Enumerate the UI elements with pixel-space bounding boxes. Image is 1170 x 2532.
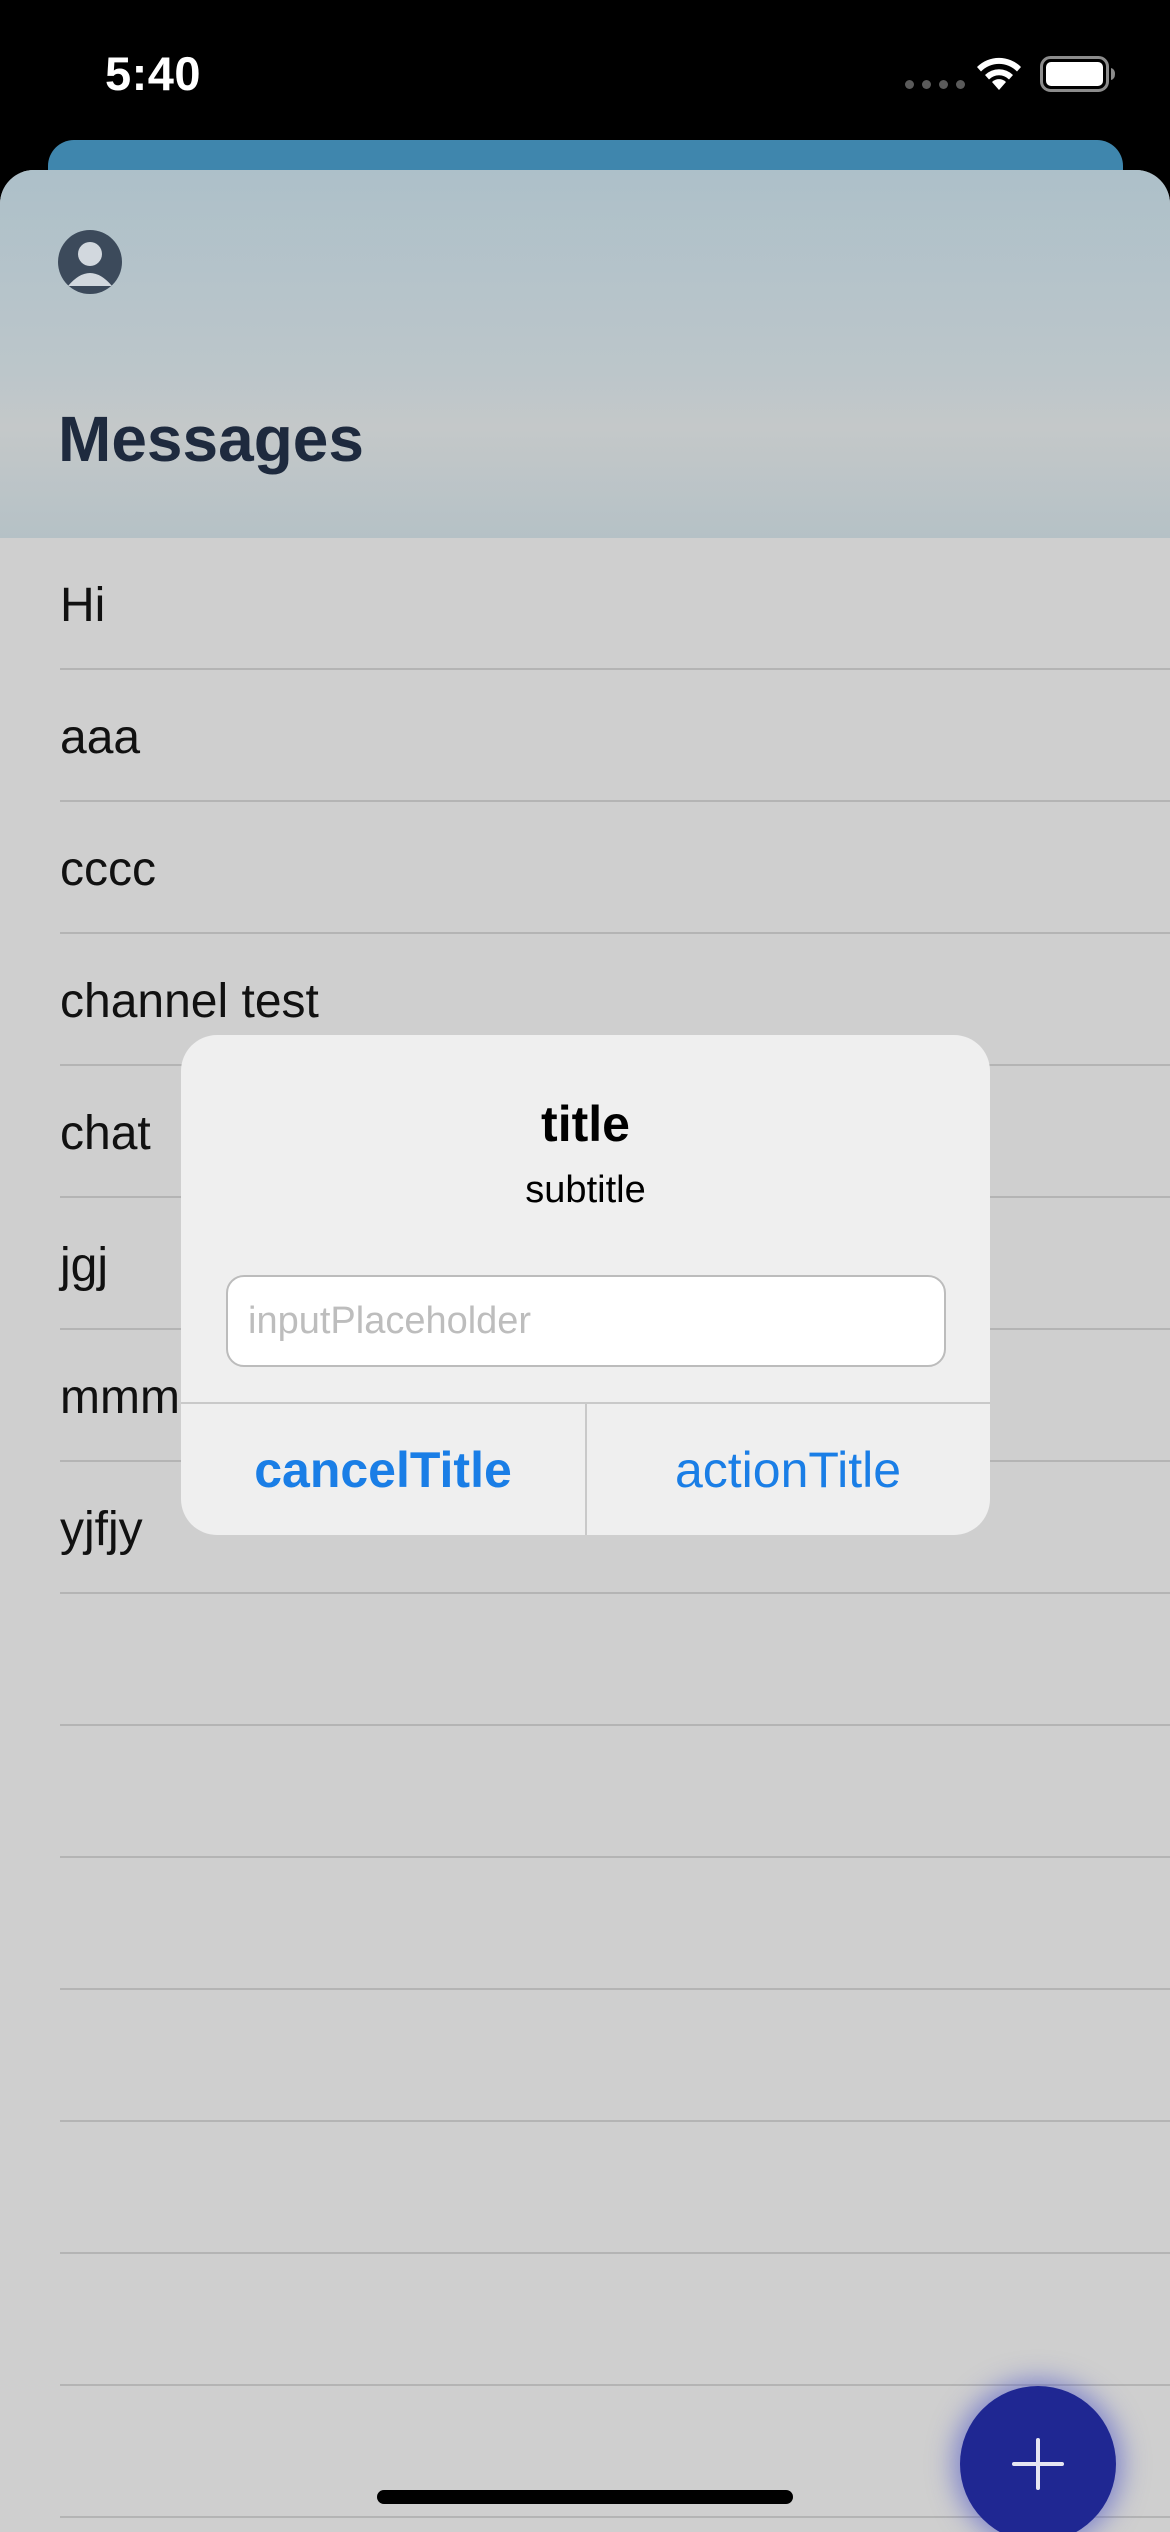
list-item[interactable]: aaa — [0, 670, 1170, 802]
status-bar: 5:40 — [0, 0, 1170, 140]
cancel-button[interactable]: cancelTitle — [181, 1404, 585, 1535]
list-item-label: Hi — [60, 579, 106, 632]
alert-subtitle: subtitle — [525, 1169, 646, 1211]
cellular-signal-icon — [905, 80, 965, 89]
phone-screen: 5:40 Messages Hi aaa cccc channel test c… — [0, 0, 1170, 2532]
page-title: Messages — [58, 403, 364, 475]
header: Messages — [0, 170, 1170, 538]
list-item-label: channel test — [60, 975, 319, 1028]
list-item[interactable]: Hi — [0, 538, 1170, 670]
list-item-label: jgj — [60, 1239, 109, 1292]
list-item-label: yjfjy — [60, 1503, 143, 1556]
list-item — [0, 2254, 1170, 2386]
action-button[interactable]: actionTitle — [586, 1404, 990, 1535]
list-item-label: chat — [60, 1107, 151, 1160]
list-item[interactable]: cccc — [0, 802, 1170, 934]
list-item — [0, 1858, 1170, 1990]
wifi-icon — [977, 57, 1021, 90]
list-item — [0, 1594, 1170, 1726]
person-circle-icon — [68, 242, 112, 286]
list-item — [0, 1990, 1170, 2122]
plus-icon — [1012, 2438, 1064, 2490]
alert-dialog: title subtitle cancelTitle actionTitle — [181, 1035, 990, 1535]
new-message-button[interactable] — [960, 2386, 1116, 2532]
alert-title: title — [541, 1096, 630, 1152]
alert-input-field[interactable] — [226, 1275, 946, 1367]
list-item-label: mmm — [60, 1371, 180, 1424]
list-item-label: aaa — [60, 711, 141, 764]
home-indicator[interactable] — [377, 2490, 793, 2504]
list-item — [0, 2122, 1170, 2254]
status-time: 5:40 — [105, 47, 202, 100]
battery-icon — [1040, 56, 1115, 92]
avatar-button[interactable] — [58, 230, 122, 294]
list-item-label: cccc — [60, 843, 156, 896]
list-item — [0, 1726, 1170, 1858]
